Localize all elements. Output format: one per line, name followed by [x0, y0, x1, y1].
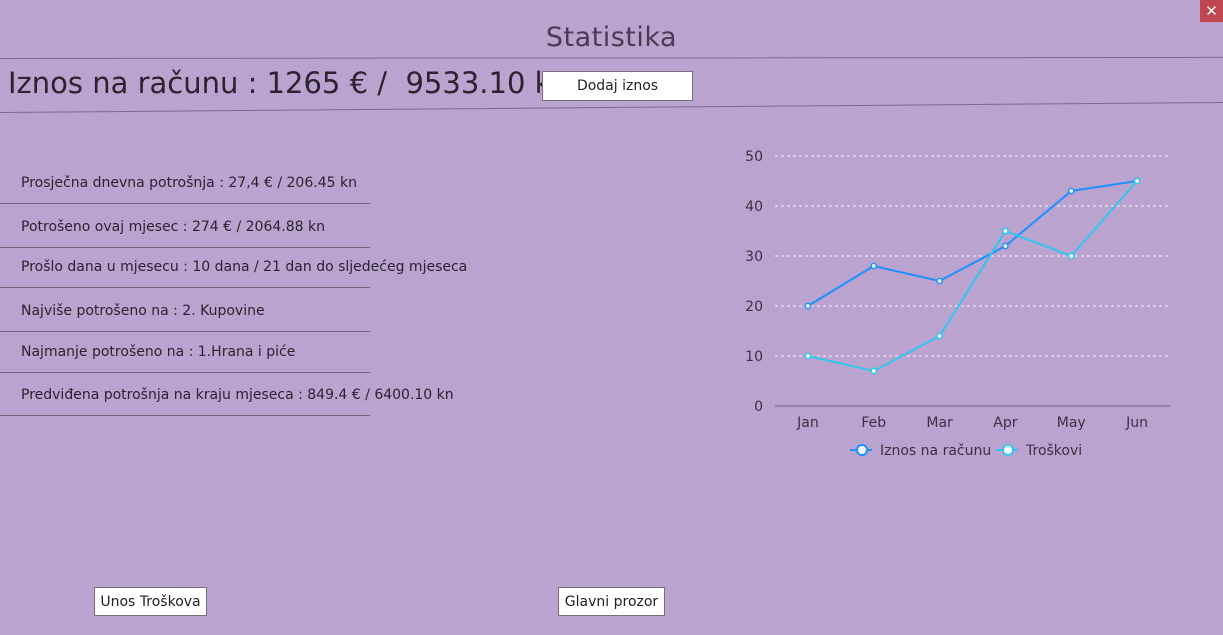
data-point: [804, 352, 812, 360]
stat-label: Prosječna dnevna potrošnja : 27,4 € / 20…: [21, 175, 357, 191]
data-point: [804, 302, 812, 310]
stat-days-passed: Prošlo dana u mjesecu : 10 dana / 21 dan…: [0, 248, 467, 288]
data-point: [936, 277, 943, 285]
page-title: Statistika: [545, 22, 678, 53]
close-button[interactable]: ✕: [1200, 0, 1223, 22]
x-tick-label: Mar: [926, 415, 953, 431]
x-tick-label: Jan: [796, 415, 819, 431]
y-tick-label: 0: [754, 399, 763, 415]
stat-label: Najviše potrošeno na : 2. Kupovine: [21, 303, 265, 319]
x-tick-label: Feb: [861, 415, 886, 431]
y-tick-label: 40: [745, 199, 763, 215]
y-tick-label: 50: [745, 149, 763, 165]
data-point: [1002, 242, 1009, 250]
legend-marker: [1002, 444, 1014, 456]
expense-entry-button[interactable]: Unos Troškova: [94, 587, 207, 616]
x-tick-label: Jun: [1125, 415, 1148, 431]
stat-most-spent: Najviše potrošeno na : 2. Kupovine: [0, 288, 370, 332]
add-amount-button[interactable]: Dodaj iznos: [542, 71, 693, 101]
stat-predicted: Predviđena potrošnja na kraju mjeseca : …: [0, 373, 454, 416]
data-point: [936, 332, 943, 340]
stat-spent-month: Potrošeno ovaj mjesec : 274 € / 2064.88 …: [0, 204, 370, 248]
data-point: [1067, 187, 1075, 195]
legend-marker: [856, 444, 868, 456]
stat-label: Potrošeno ovaj mjesec : 274 € / 2064.88 …: [21, 219, 325, 235]
series-line-2: [807, 180, 1138, 373]
data-point: [1133, 177, 1141, 185]
account-balance: Iznos na računu : 1265 € / 9533.10 kn: [8, 66, 570, 100]
data-point: [1002, 227, 1009, 235]
legend-label: Troškovi: [1025, 443, 1082, 459]
main-window-button[interactable]: Glavni prozor: [558, 587, 665, 616]
x-tick-label: Apr: [993, 415, 1017, 431]
y-tick-label: 10: [745, 349, 763, 365]
stat-avg-daily: Prosječna dnevna potrošnja : 27,4 € / 20…: [0, 161, 370, 204]
y-tick-label: 20: [745, 299, 763, 315]
data-point: [1133, 177, 1141, 185]
data-point: [870, 262, 878, 270]
y-tick-label: 30: [745, 249, 763, 265]
stat-least-spent: Najmanje potrošeno na : 1.Hrana i piće: [0, 332, 370, 373]
legend-label: Iznos na računu: [880, 443, 991, 459]
data-point: [870, 367, 878, 375]
stat-label: Najmanje potrošeno na : 1.Hrana i piće: [21, 344, 296, 360]
series-line-1: [807, 180, 1138, 307]
title-divider: [0, 56, 1223, 59]
stat-label: Prošlo dana u mjesecu : 10 dana / 21 dan…: [21, 259, 468, 275]
data-point: [1067, 252, 1075, 260]
x-tick-label: May: [1057, 415, 1086, 431]
balance-divider: [0, 101, 1223, 113]
stat-label: Predviđena potrošnja na kraju mjeseca : …: [21, 387, 454, 403]
